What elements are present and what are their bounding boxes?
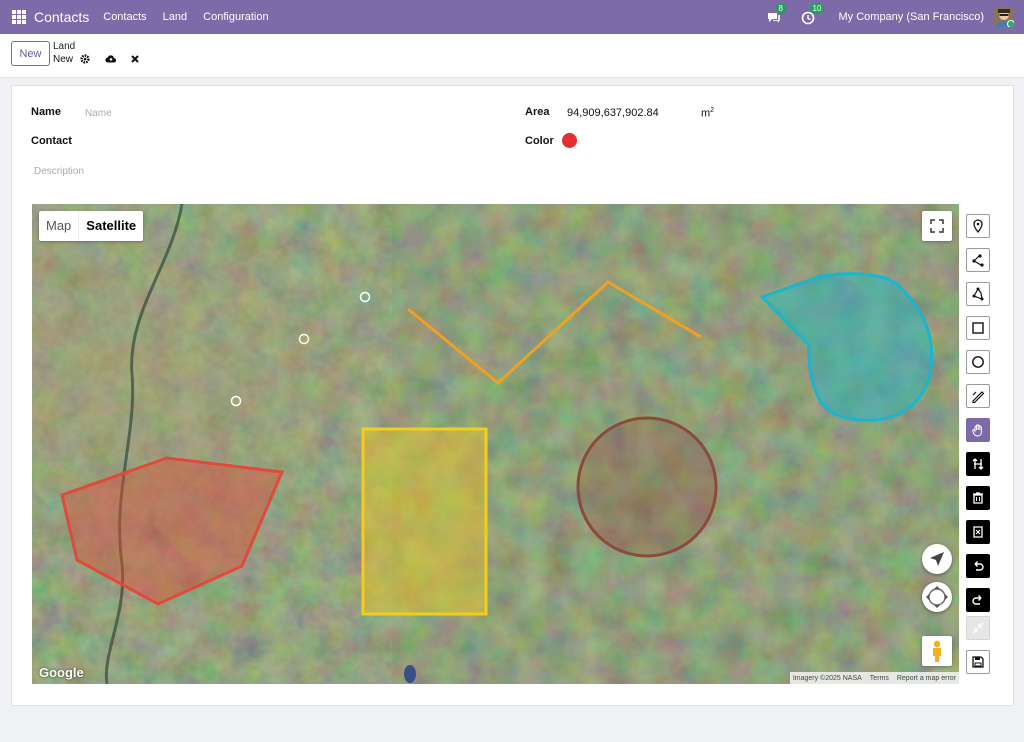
breadcrumb-current-row: New xyxy=(53,53,141,65)
activities-button[interactable]: 10 xyxy=(801,3,825,26)
navbar-systray: 8 10 My Company (San Francisco) xyxy=(767,0,1014,34)
gear-icon[interactable] xyxy=(79,53,91,65)
collapse-tool-button[interactable] xyxy=(966,616,990,640)
menu-item-land[interactable]: Land xyxy=(163,11,187,23)
polygon-icon xyxy=(972,287,984,301)
contact-label: Contact xyxy=(31,135,72,147)
hand-tool-button[interactable] xyxy=(966,418,990,442)
circle-icon xyxy=(972,356,984,368)
drawn-rectangle-yellow[interactable] xyxy=(361,427,488,616)
imagery-credit: Imagery ©2025 NASA xyxy=(792,674,862,682)
freehand-icon xyxy=(972,391,985,403)
redo-icon xyxy=(972,595,982,605)
color-label: Color xyxy=(525,135,554,147)
rectangle-tool-button[interactable] xyxy=(966,316,990,340)
marker-icon xyxy=(973,219,983,233)
messages-count-badge: 8 xyxy=(775,3,786,14)
area-label: Area xyxy=(525,106,550,118)
pegman-icon xyxy=(933,640,941,662)
clear-icon xyxy=(973,526,983,538)
menu-item-contacts[interactable]: Contacts xyxy=(103,11,146,23)
polyline-icon xyxy=(972,254,984,267)
fullscreen-button[interactable] xyxy=(922,211,952,241)
drawn-circle-brown[interactable] xyxy=(576,416,718,558)
street-view-pegman[interactable] xyxy=(922,636,952,666)
delete-icon xyxy=(973,492,983,504)
fullscreen-icon xyxy=(930,219,944,233)
map-type-map-button[interactable]: Map xyxy=(39,211,78,241)
form-sheet: Name Name Contact Description Area 94,90… xyxy=(11,85,1014,706)
circle-tool-button[interactable] xyxy=(966,350,990,374)
satellite-imagery xyxy=(32,204,959,684)
user-avatar[interactable] xyxy=(994,7,1014,27)
hand-icon xyxy=(972,424,982,437)
name-label: Name xyxy=(31,106,61,118)
online-status-dot xyxy=(1007,20,1014,27)
description-input[interactable]: Description xyxy=(34,166,84,177)
breadcrumb-current: New xyxy=(53,53,74,65)
new-button[interactable]: New xyxy=(11,41,50,66)
map-attribution: Imagery ©2025 NASA Terms Report a map er… xyxy=(789,672,959,684)
discard-icon[interactable] xyxy=(129,53,141,65)
delete-tool-button[interactable] xyxy=(966,486,990,510)
clear-tool-button[interactable] xyxy=(966,520,990,544)
map-type-control: Map Satellite xyxy=(39,211,144,241)
company-switcher[interactable]: My Company (San Francisco) xyxy=(839,11,985,23)
name-input[interactable]: Name xyxy=(85,108,112,119)
navigation-arrow-icon xyxy=(930,552,944,566)
reorder-icon xyxy=(972,458,984,470)
reorder-tool-button[interactable] xyxy=(966,452,990,476)
google-logo: Google xyxy=(39,665,84,680)
apps-menu-icon[interactable] xyxy=(12,10,26,24)
redo-tool-button[interactable] xyxy=(966,588,990,612)
map-type-satellite-button[interactable]: Satellite xyxy=(78,211,143,241)
messages-button[interactable]: 8 xyxy=(767,3,786,26)
color-swatch[interactable] xyxy=(562,133,577,148)
save-tool-button[interactable] xyxy=(966,650,990,674)
breadcrumb-parent[interactable]: Land xyxy=(53,41,75,52)
marker-tool-button[interactable] xyxy=(966,214,990,238)
area-value[interactable]: 94,909,637,902.84 xyxy=(567,107,659,119)
app-title[interactable]: Contacts xyxy=(34,9,89,25)
my-location-button[interactable] xyxy=(922,544,952,574)
area-unit: m2 xyxy=(701,107,715,120)
move-arrows-icon xyxy=(926,586,948,608)
camera-control-button[interactable] xyxy=(922,582,952,612)
polygon-tool-button[interactable] xyxy=(966,282,990,306)
freehand-tool-button[interactable] xyxy=(966,384,990,408)
undo-icon xyxy=(974,561,984,571)
cloud-upload-icon[interactable] xyxy=(105,53,117,65)
save-icon xyxy=(972,656,984,668)
rectangle-icon xyxy=(972,322,984,334)
report-error-link[interactable]: Report a map error xyxy=(897,675,956,682)
map-canvas[interactable]: Map Satellite Google Imagery ©2025 NASA … xyxy=(32,204,959,684)
collapse-icon xyxy=(972,622,984,634)
control-panel: New Land New xyxy=(0,34,1024,78)
polyline-tool-button[interactable] xyxy=(966,248,990,272)
main-menu: Contacts Land Configuration xyxy=(103,11,268,23)
menu-item-configuration[interactable]: Configuration xyxy=(203,11,268,23)
terms-link[interactable]: Terms xyxy=(870,675,889,682)
undo-tool-button[interactable] xyxy=(966,554,990,578)
activities-count-badge: 10 xyxy=(809,3,825,14)
top-navbar: Contacts Contacts Land Configuration 8 1… xyxy=(0,0,1024,34)
